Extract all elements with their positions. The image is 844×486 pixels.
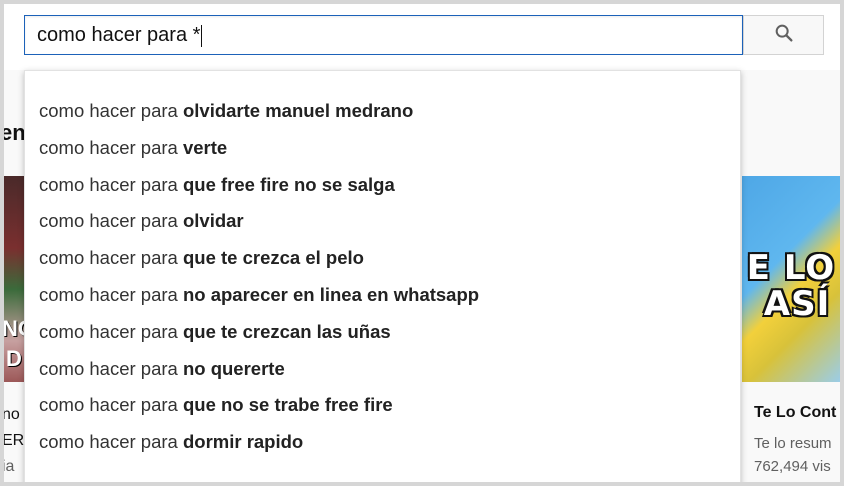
video-thumbnail-right[interactable]: E LO ASÍ [742,176,840,382]
suggestion-completion: olvidarte manuel medrano [182,100,414,121]
suggestion-item[interactable]: como hacer para que free fire no se salg… [25,167,740,204]
search-input[interactable]: como hacer para * [24,15,743,55]
search-query: como hacer para * [37,24,201,46]
suggestion-item[interactable]: como hacer para olvidarte manuel medrano [25,93,740,130]
suggestion-item[interactable]: como hacer para dormir rapido [25,424,740,461]
suggestion-prefix: como hacer para [39,100,183,121]
suggestion-completion: que te crezcan las uñas [182,320,391,342]
video-channel-left: ER [2,432,25,449]
suggestion-completion: verte [182,136,228,158]
suggestion-item[interactable]: como hacer para olvidar [25,203,740,240]
thumbnail-text: ASÍ [763,284,831,324]
search-button[interactable] [743,15,824,55]
suggestion-prefix: como hacer para [39,394,183,416]
video-channel-right: Te lo resum [754,435,832,452]
suggestion-item[interactable]: como hacer para no quererte [25,351,740,388]
suggestion-prefix: como hacer para [39,210,183,232]
suggestion-item[interactable]: como hacer para que no se trabe free fir… [25,387,740,424]
video-title-right[interactable]: Te Lo Cont [754,404,836,422]
video-title-left[interactable]: no [4,406,20,424]
section-heading: en [0,120,26,145]
suggestion-prefix: como hacer para [39,431,183,453]
suggestion-completion: no quererte [182,357,285,379]
suggestion-completion: que no se trabe free fire [182,394,393,416]
thumbnail-text: NO [4,316,26,342]
suggestion-prefix: como hacer para [39,173,183,195]
video-thumbnail-left[interactable]: NO D [4,176,26,382]
autocomplete-dropdown: como hacer para olvidarte manuel medrano… [24,70,741,482]
suggestion-prefix: como hacer para [39,247,183,269]
suggestion-prefix: como hacer para [39,283,183,305]
search-icon [773,22,795,49]
suggestion-item[interactable]: como hacer para no aparecer en linea en … [25,277,740,314]
suggestion-completion: que te crezca el pelo [182,247,364,269]
video-meta-left: ia [2,458,15,475]
browser-viewport: en NO D no ER ia E LO ASÍ Te Lo Cont Te … [0,0,844,486]
text-caret [201,24,203,47]
suggestion-item[interactable]: como hacer para que te crezcan las uñas [25,314,740,351]
search-bar: como hacer para * [4,4,840,70]
thumbnail-text: D [6,346,22,371]
suggestion-completion: dormir rapido [182,431,304,453]
thumbnail-text: E LO [746,248,836,288]
suggestion-prefix: como hacer para [39,320,183,342]
suggestion-prefix: como hacer para [39,136,183,158]
suggestion-item[interactable]: como hacer para que te crezca el pelo [25,240,740,277]
suggestion-completion: que free fire no se salga [182,173,395,195]
video-views-right: 762,494 vis [754,458,831,475]
suggestion-item[interactable]: como hacer para verte [25,130,740,167]
suggestion-completion: olvidar [182,210,244,232]
suggestion-prefix: como hacer para [39,357,183,379]
suggestion-completion: no aparecer en linea en whatsapp [182,283,480,305]
